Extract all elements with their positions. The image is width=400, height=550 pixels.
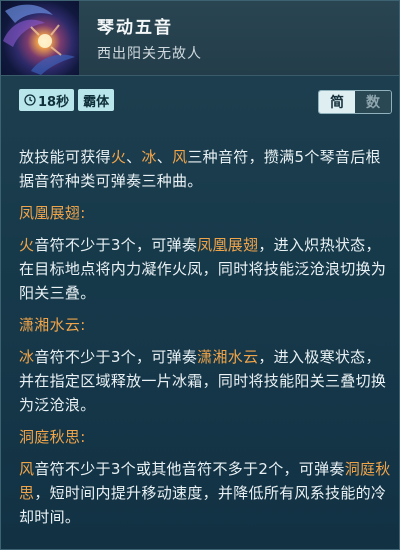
- cooldown-badge: 18秒: [19, 89, 75, 111]
- skill-tags: 18秒 霸体: [19, 89, 115, 111]
- toggle-simple[interactable]: 简: [319, 91, 355, 113]
- song-desc-dongting: 风音符不少于3个或其他音符不多于2个，可弹奏洞庭秋思，短时间内提升移动速度，并降…: [19, 460, 391, 526]
- cooldown-value: 18秒: [38, 94, 70, 110]
- clock-icon: [24, 94, 36, 106]
- song-desc-xiaoxiang: 冰音符不少于3个，可弹奏潇湘水云，进入极寒状态，并在指定区域释放一片冰霜，同时将…: [19, 348, 387, 414]
- song-title-xiaoxiang: 潇湘水云:: [19, 316, 86, 334]
- description-intro: 放技能可获得火、冰、风三种音符，攒满5个琴音后根据音符种类可弹奏三种曲。: [19, 148, 381, 190]
- description-mode-toggle[interactable]: 简 数: [318, 90, 392, 114]
- song-desc-fengfeng: 火音符不少于3个，可弹奏凤凰展翅，进入炽热状态，在目标地点将内力凝作火凤，同时将…: [19, 236, 387, 302]
- skill-header: 琴动五音 西出阳关无故人: [1, 1, 399, 76]
- skill-type-badge: 霸体: [78, 89, 115, 111]
- song-title-dongting: 洞庭秋思:: [19, 428, 86, 446]
- toggle-numbers[interactable]: 数: [355, 91, 391, 113]
- skill-tooltip-panel: 琴动五音 西出阳关无故人 18秒 霸体 简 数 放技能可获得火、冰、风三种音符，…: [0, 0, 400, 550]
- skill-art-icon: [1, 1, 79, 75]
- skill-subtitle: 西出阳关无故人: [97, 46, 202, 62]
- skill-name: 琴动五音: [97, 18, 173, 38]
- song-title-fengfeng: 凤凰展翅:: [19, 204, 86, 222]
- skill-description: 放技能可获得火、冰、风三种音符，攒满5个琴音后根据音符种类可弹奏三种曲。 凤凰展…: [19, 145, 391, 529]
